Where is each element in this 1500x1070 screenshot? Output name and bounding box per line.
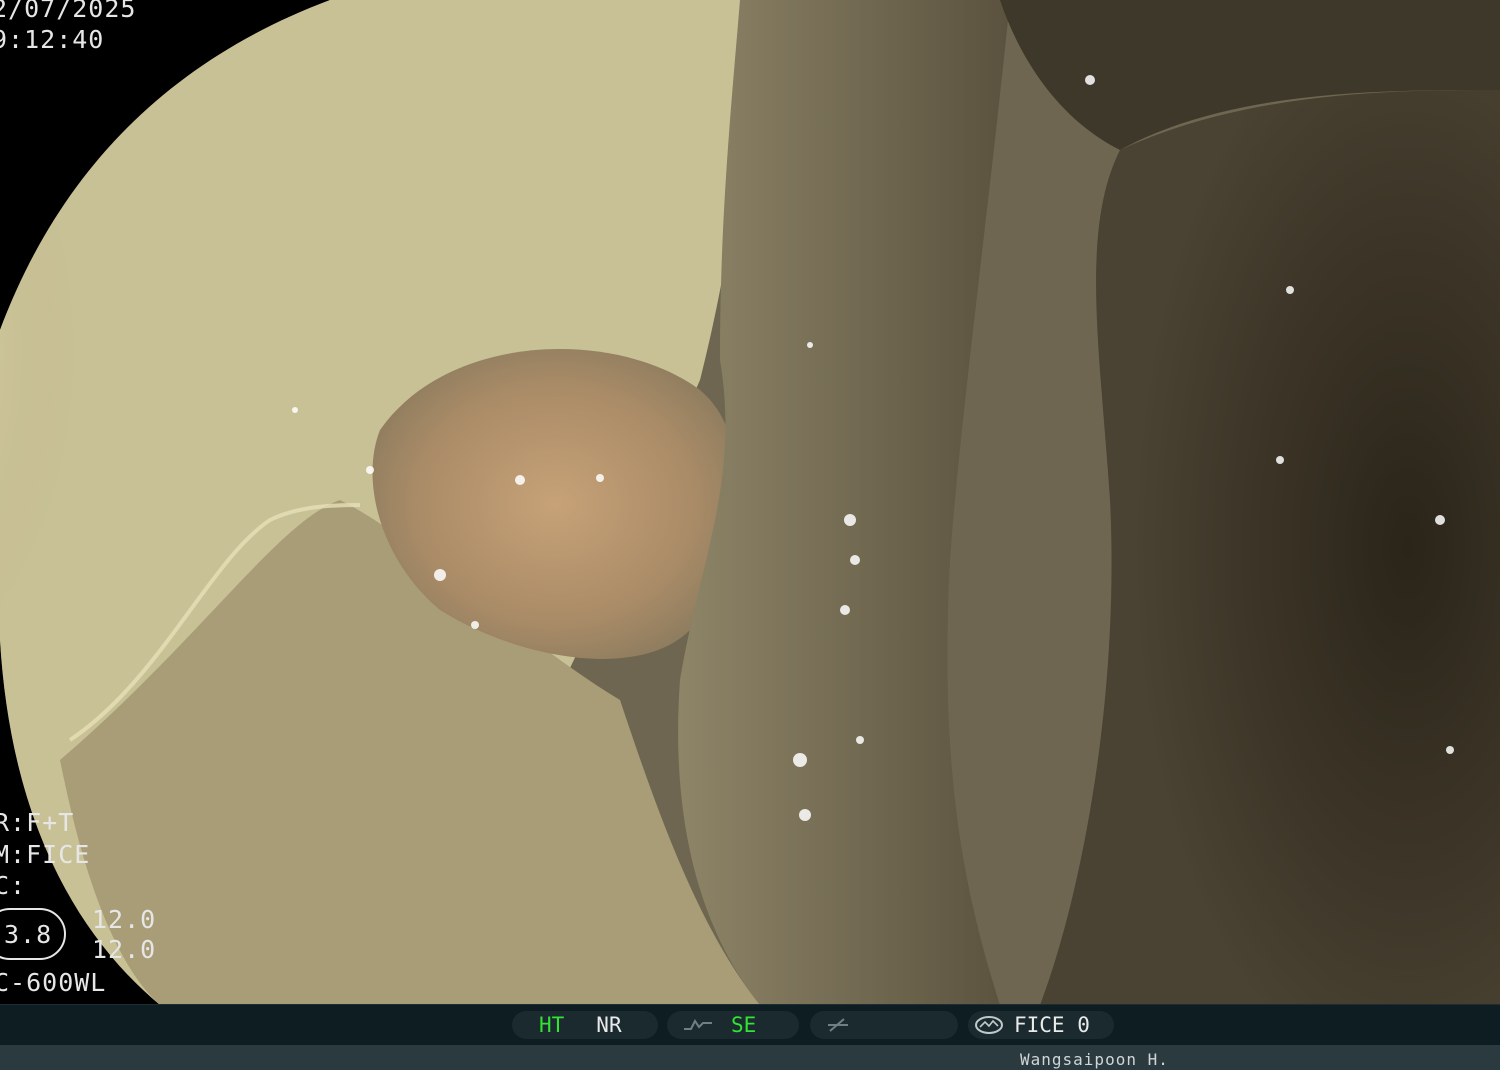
mode-readout: M:FICE bbox=[0, 840, 91, 869]
ht-indicator: HT bbox=[539, 1013, 565, 1037]
ft-readout: R:F+T bbox=[0, 808, 75, 837]
ht-nr-pill: HT NR bbox=[512, 1011, 658, 1039]
fice-indicator: FICE 0 bbox=[1014, 1013, 1090, 1037]
endoscopy-image bbox=[0, 0, 1500, 1005]
enhance-slash-icon bbox=[824, 1015, 854, 1035]
se-pill: SE bbox=[667, 1011, 799, 1039]
se-indicator: SE bbox=[731, 1013, 757, 1037]
time-readout: 9:12:40 bbox=[0, 25, 105, 54]
value-upper: 12.0 bbox=[92, 905, 157, 934]
c-readout: C: bbox=[0, 871, 27, 900]
scope-value: 3.8 bbox=[4, 920, 53, 949]
fice-pill: FICE 0 bbox=[968, 1011, 1114, 1039]
value-lower: 12.0 bbox=[92, 935, 157, 964]
operator-name: Wangsaipoon H. bbox=[1020, 1050, 1169, 1069]
waveform-icon bbox=[683, 1015, 713, 1035]
fice-eye-icon bbox=[974, 1015, 1004, 1035]
date-readout: 2/07/2025 bbox=[0, 0, 137, 23]
footer-bar bbox=[0, 1045, 1500, 1070]
status-bar: HT NR SE FICE 0 bbox=[0, 1004, 1500, 1045]
nr-indicator: NR bbox=[596, 1013, 622, 1037]
scope-model: C-600WL bbox=[0, 968, 107, 997]
enhance-pill bbox=[810, 1011, 958, 1039]
mucosa-view bbox=[0, 0, 1500, 1005]
